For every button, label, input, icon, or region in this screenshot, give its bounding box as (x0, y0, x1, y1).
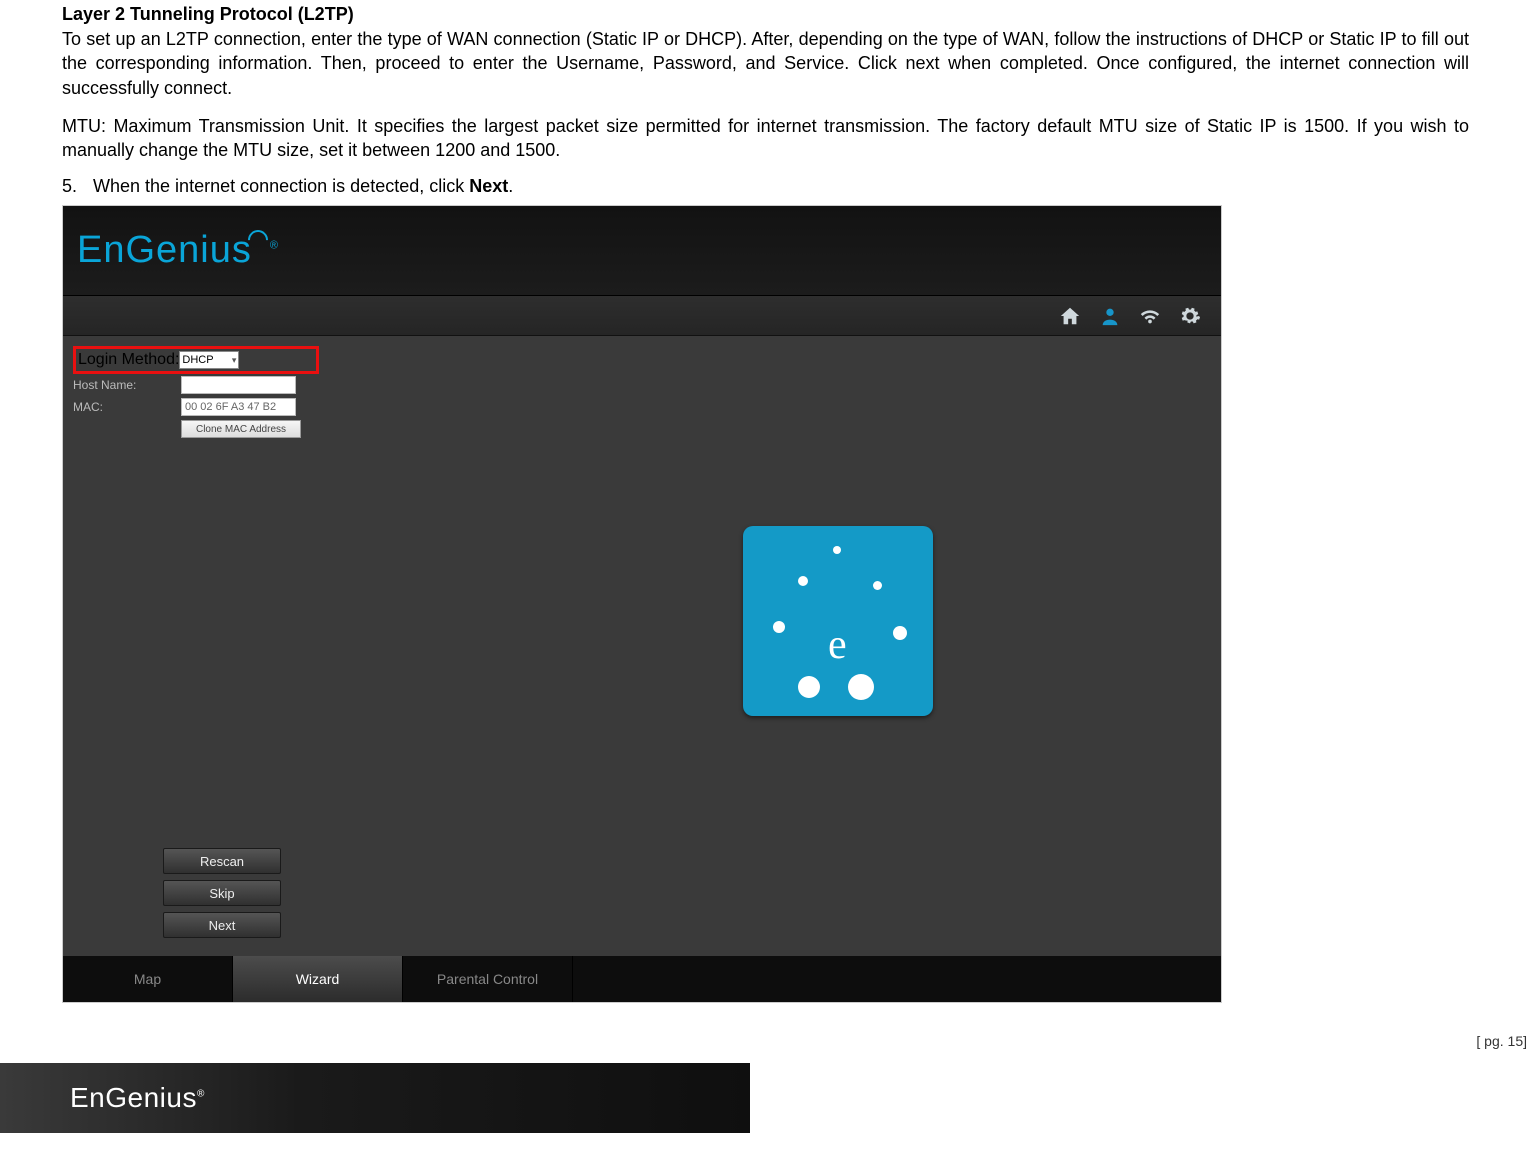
router-bottom-tabs: Map Wizard Parental Control (63, 956, 1221, 1002)
page-footer: [ pg. 15] EnGenius® (0, 1063, 1531, 1163)
login-method-select[interactable]: DHCP ▾ (179, 351, 239, 369)
clone-mac-button[interactable]: Clone MAC Address (181, 420, 301, 438)
footer-brand-bar: EnGenius® (0, 1063, 750, 1133)
tab-wizard[interactable]: Wizard (233, 956, 403, 1002)
tab-parental[interactable]: Parental Control (403, 956, 573, 1002)
footer-brand-text: EnGenius (70, 1082, 197, 1113)
footer-logo: EnGenius® (70, 1082, 205, 1114)
registered-mark: ® (270, 240, 279, 252)
user-icon[interactable] (1099, 305, 1121, 327)
tile-letter: e (828, 621, 847, 669)
step-text-end: . (508, 176, 513, 196)
tile-dot (798, 576, 808, 586)
rescan-button[interactable]: Rescan (163, 848, 281, 874)
skip-button[interactable]: Skip (163, 880, 281, 906)
router-toolbar (63, 296, 1221, 336)
router-header: EnGenius ® (63, 206, 1221, 296)
footer-reg-mark: ® (197, 1089, 205, 1100)
step-text: When the internet connection is detected… (93, 176, 469, 196)
chevron-down-icon: ▾ (232, 355, 237, 366)
tile-dot (893, 626, 907, 640)
next-button[interactable]: Next (163, 912, 281, 938)
step-number: 5. (62, 176, 88, 197)
login-method-label: Login Method: (78, 351, 179, 369)
mac-input[interactable]: 00 02 6F A3 47 B2 (181, 398, 296, 416)
host-name-row: Host Name: (73, 374, 373, 396)
wifi-icon (248, 230, 266, 248)
tile-dot (798, 676, 820, 698)
brand-text: EnGenius (77, 229, 252, 271)
paragraph-l2tp: To set up an L2TP connection, enter the … (62, 27, 1469, 100)
brand-logo: EnGenius ® (77, 229, 279, 272)
clone-row: Clone MAC Address (73, 418, 373, 440)
action-buttons: Rescan Skip Next (163, 848, 281, 938)
settings-icon[interactable] (1179, 305, 1201, 327)
step-5: 5. When the internet connection is detec… (62, 176, 1469, 197)
wan-form: Login Method: DHCP ▾ Host Name: MAC: 00 … (73, 346, 373, 440)
wireless-icon[interactable] (1139, 305, 1161, 327)
mac-label: MAC: (73, 400, 181, 414)
tab-map[interactable]: Map (63, 956, 233, 1002)
engenius-tile: e (743, 526, 933, 716)
home-icon[interactable] (1059, 305, 1081, 327)
step-bold: Next (469, 176, 508, 196)
host-name-label: Host Name: (73, 378, 181, 392)
router-body: Login Method: DHCP ▾ Host Name: MAC: 00 … (63, 336, 1221, 956)
login-method-highlight: Login Method: DHCP ▾ (73, 346, 319, 374)
paragraph-mtu: MTU: Maximum Transmission Unit. It speci… (62, 114, 1469, 163)
section-heading: Layer 2 Tunneling Protocol (L2TP) (62, 4, 1469, 25)
router-ui-screenshot: EnGenius ® Login Method: DHCP (62, 205, 1222, 1003)
tile-dot (773, 621, 785, 633)
tile-dot (848, 674, 874, 700)
tile-dot (873, 581, 882, 590)
page-number: [ pg. 15] (1476, 1033, 1527, 1049)
login-method-value: DHCP (182, 354, 213, 366)
host-name-input[interactable] (181, 376, 296, 394)
tile-dot (833, 546, 841, 554)
mac-row: MAC: 00 02 6F A3 47 B2 (73, 396, 373, 418)
